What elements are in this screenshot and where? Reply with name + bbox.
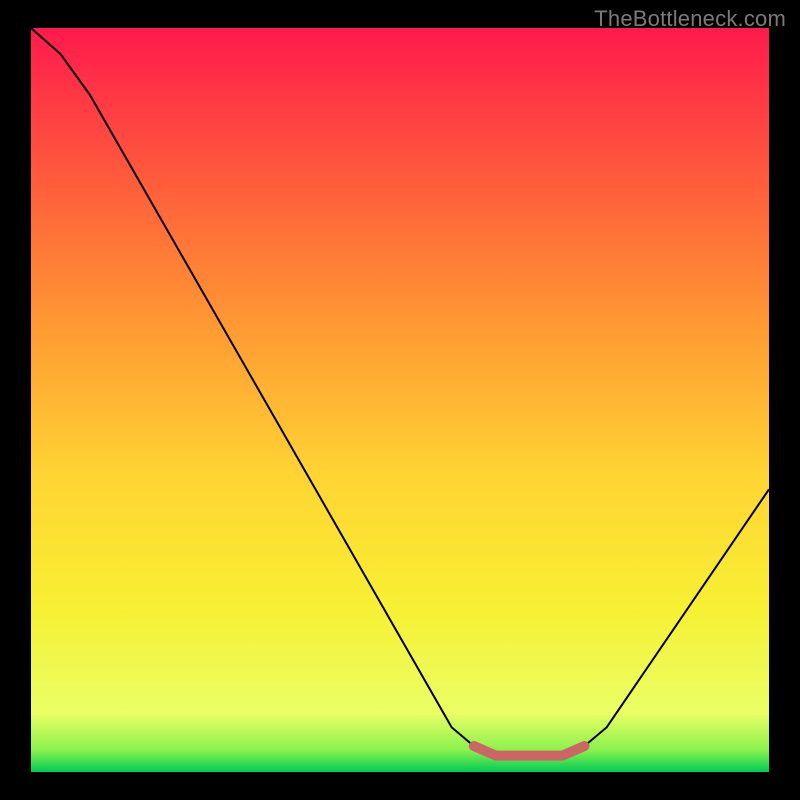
chart-container: TheBottleneck.com [0,0,800,800]
watermark-text: TheBottleneck.com [594,6,786,32]
gradient-background [31,28,769,772]
bottleneck-chart [31,28,769,772]
plot-area [31,28,769,772]
